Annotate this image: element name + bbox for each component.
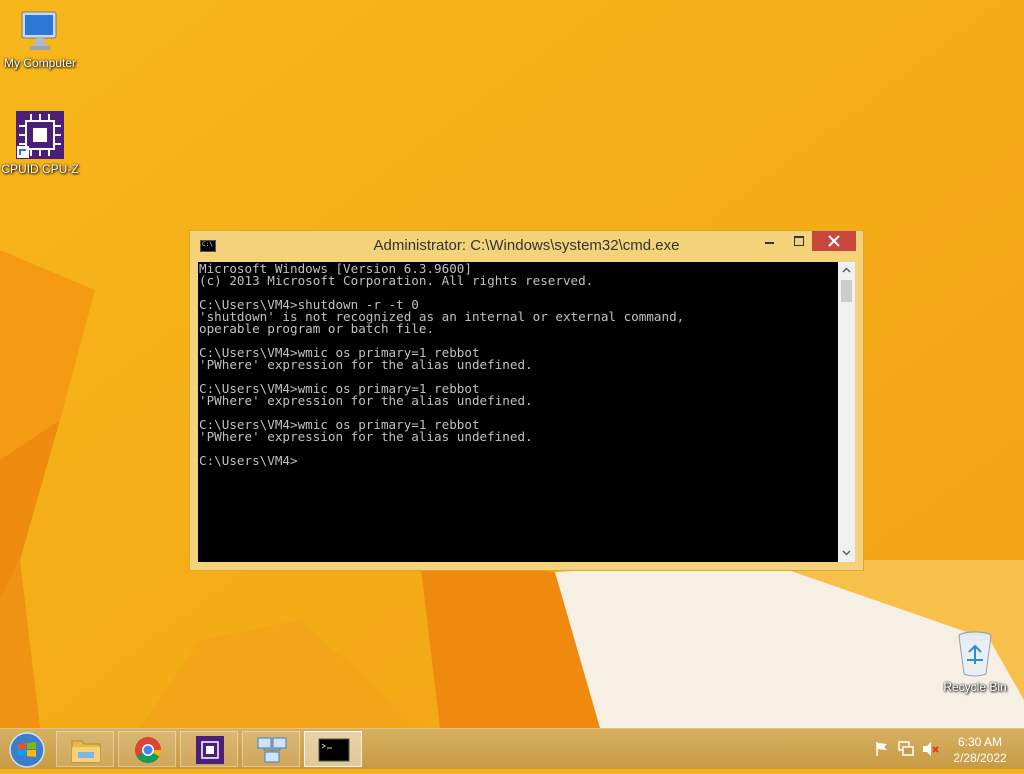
- folder-icon: [71, 740, 101, 763]
- cpuz-icon: [196, 736, 224, 764]
- chrome-icon: [135, 737, 162, 764]
- console-output[interactable]: Microsoft Windows [Version 6.3.9600] (c)…: [198, 262, 838, 562]
- maximize-button[interactable]: [786, 231, 812, 251]
- network-icon[interactable]: [898, 741, 914, 757]
- clock-time: 6:30 AM: [957, 735, 1003, 749]
- clock-date: 2/28/2022: [953, 751, 1007, 765]
- flag-icon[interactable]: [874, 741, 890, 757]
- chevron-up-icon: [842, 267, 851, 273]
- windows-logo-icon: [9, 732, 45, 768]
- window-titlebar[interactable]: C:\ Administrator: C:\Windows\system32\c…: [190, 231, 863, 262]
- desktop-icon-label: CPUID CPU-Z: [1, 162, 79, 176]
- cpuz-icon: [16, 111, 64, 159]
- desktop-icon-label: Recycle Bin: [943, 680, 1007, 694]
- recycle-bin-icon: [958, 631, 992, 677]
- computer-icon: [21, 11, 57, 50]
- vertical-scrollbar[interactable]: [838, 262, 855, 562]
- desktop-icon-my-computer[interactable]: My Computer: [0, 8, 80, 70]
- taskbar-button-cmd[interactable]: [304, 731, 362, 767]
- close-icon: [828, 235, 840, 247]
- taskbar-button-chrome[interactable]: [118, 731, 176, 767]
- taskbar-clock[interactable]: 6:30 AM 2/28/2022: [940, 734, 1020, 766]
- chevron-down-icon: [842, 550, 851, 556]
- close-button[interactable]: [812, 231, 856, 251]
- scroll-down-button[interactable]: [838, 545, 855, 562]
- minimize-button[interactable]: [756, 231, 782, 251]
- desktop-icon-cpuz[interactable]: CPUID CPU-Z: [0, 110, 80, 176]
- scroll-up-button[interactable]: [838, 262, 855, 279]
- desktop-icon-recycle-bin[interactable]: Recycle Bin: [935, 630, 1015, 694]
- desktop-icon-label: My Computer: [3, 56, 77, 70]
- taskbar-button-cpuz[interactable]: [180, 731, 238, 767]
- cmd-icon: [318, 738, 350, 762]
- console-text: Microsoft Windows [Version 6.3.9600] (c)…: [199, 262, 685, 468]
- network-icon: [257, 737, 287, 763]
- start-button[interactable]: [4, 731, 50, 769]
- taskbar: 6:30 AM 2/28/2022: [0, 728, 1024, 769]
- taskbar-button-file-explorer[interactable]: [56, 731, 114, 767]
- cmd-window[interactable]: C:\ Administrator: C:\Windows\system32\c…: [189, 230, 864, 571]
- taskbar-button-network[interactable]: [242, 731, 300, 767]
- speaker-muted-icon[interactable]: [922, 741, 940, 757]
- scroll-thumb[interactable]: [841, 280, 852, 302]
